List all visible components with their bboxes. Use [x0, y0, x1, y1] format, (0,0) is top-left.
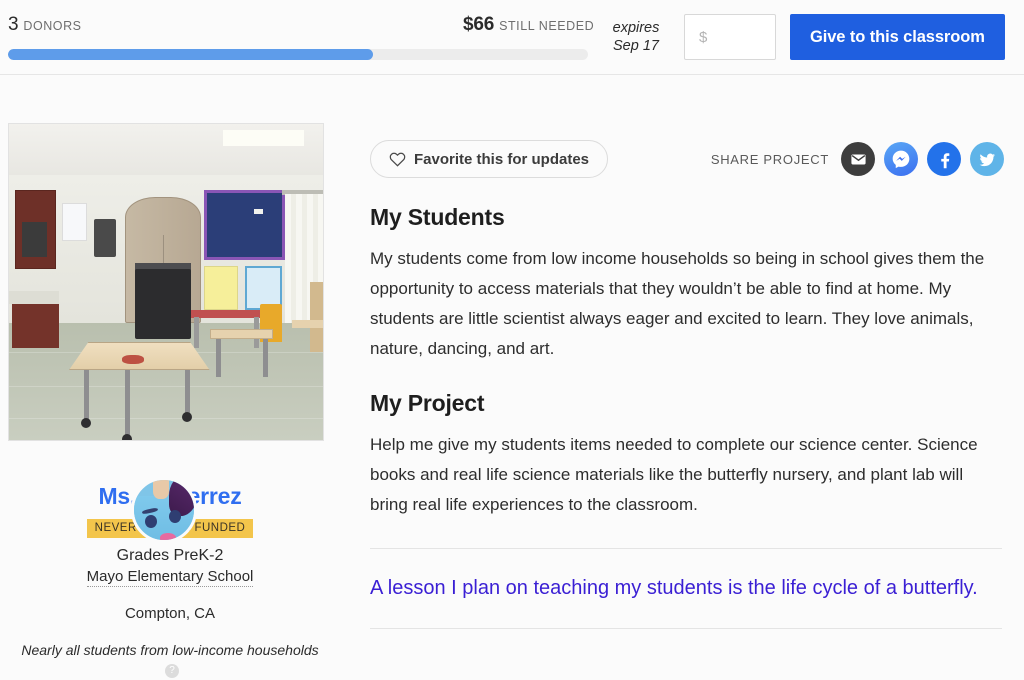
my-project-body: Help me give my students items needed to… [370, 435, 978, 514]
expires-label: expires [612, 20, 660, 36]
teacher-avatar[interactable] [131, 477, 197, 543]
amount-needed: $66 [463, 14, 495, 35]
project-main-content: Favorite this for updates SHARE PROJECT [340, 75, 1024, 680]
share-messenger-icon[interactable] [884, 142, 918, 176]
share-twitter-icon[interactable] [970, 142, 1004, 176]
project-actions-row: Favorite this for updates SHARE PROJECT [370, 75, 1004, 178]
favorite-button[interactable]: Favorite this for updates [370, 140, 609, 178]
heart-icon [389, 151, 406, 167]
give-to-classroom-button[interactable]: Give to this classroom [790, 14, 1005, 60]
poverty-note: Nearly all students from low-income hous… [21, 642, 319, 678]
share-project-label: SHARE PROJECT [710, 151, 829, 167]
expires-date: Sep 17 [613, 38, 659, 54]
help-icon[interactable]: ? [165, 664, 179, 678]
my-project-heading: My Project [370, 390, 485, 416]
donors-stat: 3 DONORS [8, 14, 82, 36]
still-needed-stat: $66 STILL NEEDED [463, 14, 594, 36]
classroom-photo [8, 123, 324, 441]
my-students-body: My students come from low income househo… [370, 249, 985, 358]
share-project-group: SHARE PROJECT [711, 142, 1004, 176]
favorite-button-label: Favorite this for updates [414, 150, 590, 168]
content-divider-bottom [370, 628, 1002, 629]
donors-label: DONORS [23, 19, 82, 33]
school-name-link[interactable]: Mayo Elementary School [86, 568, 254, 587]
project-sidebar: Ms. Gutierrez NEVER BEFORE FUNDED Grades… [0, 75, 340, 680]
donation-controls: expires Sep 17 Give to this classroom [600, 0, 1005, 60]
still-needed-label: STILL NEEDED [499, 19, 595, 33]
expiration-info: expires Sep 17 [600, 19, 672, 55]
donors-count: 3 [8, 14, 19, 35]
funding-progress-bar [8, 49, 588, 60]
donation-amount-input[interactable] [684, 14, 776, 60]
grades-label: Grades PreK-2 [116, 547, 224, 564]
my-students-heading: My Students [370, 204, 505, 230]
funding-progress-fill [8, 49, 374, 60]
funding-header-bar: 3 DONORS $66 STILL NEEDED expires Sep 17… [0, 0, 1024, 75]
funding-stats-block: 3 DONORS $66 STILL NEEDED [0, 0, 600, 60]
share-facebook-icon[interactable] [927, 142, 961, 176]
lesson-highlight: A lesson I plan on teaching my students … [370, 577, 978, 599]
school-location: Compton, CA [124, 605, 216, 622]
share-email-icon[interactable] [841, 142, 875, 176]
content-divider-top [370, 548, 1002, 549]
